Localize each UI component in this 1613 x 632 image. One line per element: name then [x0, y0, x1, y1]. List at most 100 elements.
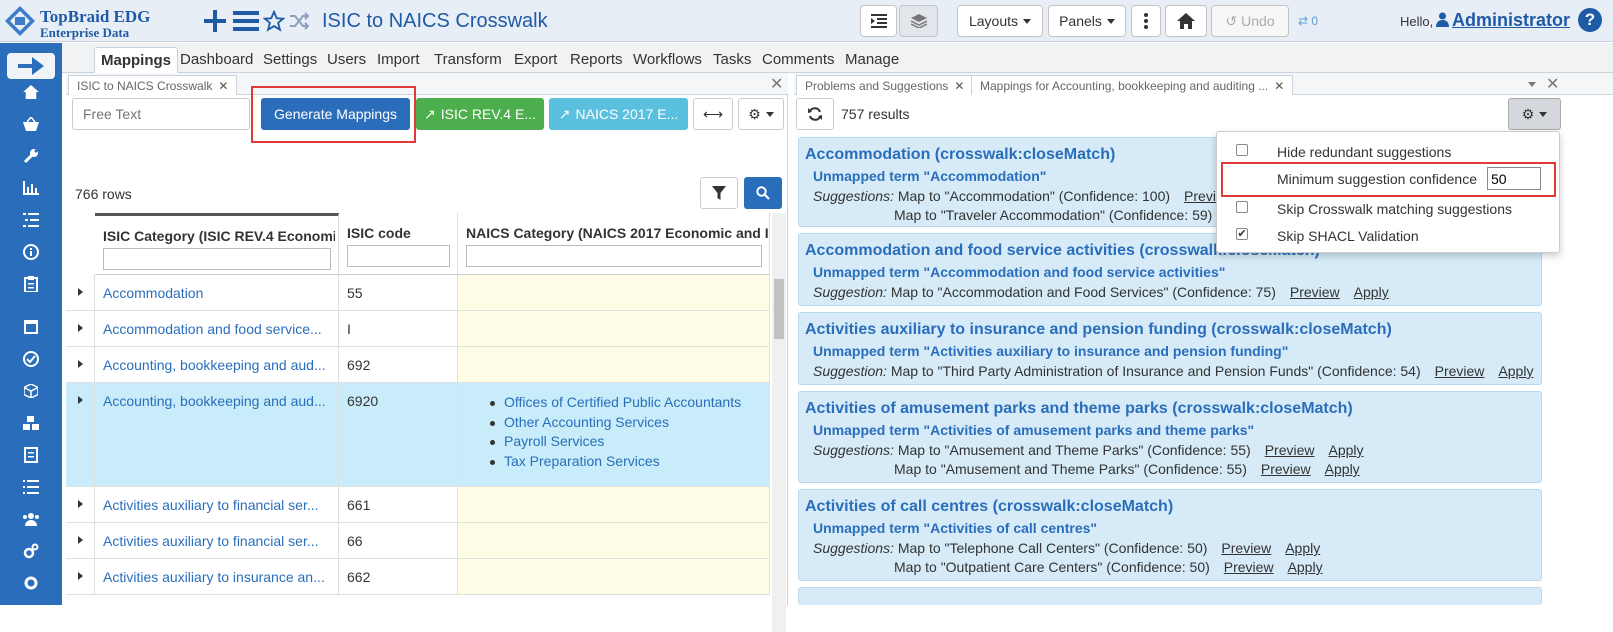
sidebar-cube-icon[interactable]	[0, 377, 62, 405]
preview-link[interactable]: Preview	[1290, 284, 1340, 300]
naics-category-filter[interactable]	[466, 245, 762, 267]
panel-close-icon[interactable]: ✕	[770, 74, 783, 94]
menu-dashboard[interactable]: Dashboard	[180, 51, 253, 68]
panels-dropdown[interactable]: Panels	[1048, 5, 1126, 37]
preview-link[interactable]: Preview	[1221, 540, 1271, 556]
apply-link[interactable]: Apply	[1354, 284, 1389, 300]
sidebar-chart-icon[interactable]	[0, 174, 62, 202]
naics-link[interactable]: Payroll Services	[489, 432, 741, 452]
menu-users[interactable]: Users	[327, 51, 366, 68]
expand-icon[interactable]	[78, 360, 83, 368]
layers-button[interactable]	[899, 5, 938, 37]
sidebar-toggle[interactable]	[0, 51, 62, 81]
sidebar-tasks-icon[interactable]	[0, 473, 62, 501]
naics-link[interactable]: Tax Preparation Services	[489, 452, 741, 472]
options-dropdown[interactable]: ⚙	[1508, 98, 1561, 130]
menu-comments[interactable]: Comments	[762, 51, 835, 68]
close-icon[interactable]: ✕	[218, 79, 228, 93]
help-icon[interactable]: ?	[1578, 8, 1602, 32]
sidebar-home-icon[interactable]	[0, 78, 62, 106]
scrollbar-thumb[interactable]	[774, 279, 784, 339]
sidebar-settings-icon[interactable]	[0, 569, 62, 597]
close-icon[interactable]: ✕	[1274, 79, 1284, 93]
category-link[interactable]: Activities auxiliary to financial ser...	[103, 533, 319, 549]
star-icon[interactable]	[262, 8, 286, 34]
column-header-isic-category[interactable]: ISIC Category (ISIC REV.4 Economic	[95, 213, 339, 275]
naics-link[interactable]: Other Accounting Services	[489, 413, 741, 433]
sidebar-list-icon[interactable]	[0, 206, 62, 234]
card-title[interactable]: Activities of amusement parks and theme …	[805, 400, 1353, 418]
category-link[interactable]: Accounting, bookkeeping and aud...	[103, 393, 326, 409]
more-options-button[interactable]	[1131, 5, 1161, 37]
shuffle-icon[interactable]	[288, 8, 310, 34]
card-title[interactable]: Activities of call centres (crosswalk:cl…	[805, 498, 1173, 516]
menu-mappings[interactable]: Mappings	[94, 47, 178, 74]
sidebar-users-icon[interactable]	[0, 505, 62, 533]
apply-link[interactable]: Apply	[1325, 461, 1360, 477]
apply-link[interactable]: Apply	[1285, 540, 1320, 556]
menu-reports[interactable]: Reports	[570, 51, 623, 68]
sidebar-gears-icon[interactable]	[0, 537, 62, 565]
sidebar-wrench-icon[interactable]	[0, 142, 62, 170]
table-row[interactable]: Accounting, bookkeeping and aud... 692	[66, 347, 770, 383]
swap-button[interactable]: ⟷	[693, 98, 733, 130]
table-row[interactable]: Activities auxiliary to financial ser...…	[66, 523, 770, 559]
tab-menu-chevron-icon[interactable]	[1528, 82, 1536, 87]
outdent-button[interactable]	[860, 5, 897, 37]
sidebar-calendar-icon[interactable]	[0, 313, 62, 341]
sidebar-basket-icon[interactable]	[0, 110, 62, 138]
preview-link[interactable]: Preview	[1435, 363, 1485, 379]
sidebar-clipboard-icon[interactable]	[0, 270, 62, 298]
skip-crosswalk-checkbox[interactable]	[1236, 201, 1248, 213]
naics-vocabulary-button[interactable]: ↗ NAICS 2017 E...	[549, 98, 688, 130]
search-button[interactable]	[744, 177, 782, 209]
menu-tasks[interactable]: Tasks	[713, 51, 751, 68]
table-row-selected[interactable]: Accounting, bookkeeping and aud... 6920 …	[66, 383, 770, 487]
card-title[interactable]: Activities auxiliary to insurance and pe…	[805, 321, 1392, 339]
menu-workflows[interactable]: Workflows	[633, 51, 702, 68]
expand-icon[interactable]	[78, 500, 83, 508]
skip-crosswalk-label[interactable]: Skip Crosswalk matching suggestions	[1277, 201, 1512, 217]
undo-button[interactable]: ↺ Undo	[1211, 5, 1289, 37]
panel-close-icon[interactable]: ✕	[1546, 74, 1559, 94]
menu-export[interactable]: Export	[514, 51, 557, 68]
menu-transform[interactable]: Transform	[434, 51, 502, 68]
isic-category-filter[interactable]	[103, 248, 331, 270]
preview-link[interactable]: Preview	[1261, 461, 1311, 477]
hide-redundant-label[interactable]: Hide redundant suggestions	[1277, 144, 1451, 160]
layouts-dropdown[interactable]: Layouts	[957, 5, 1043, 37]
expand-icon[interactable]	[78, 536, 83, 544]
isic-code-filter[interactable]	[347, 245, 450, 267]
sidebar-info-icon[interactable]	[0, 238, 62, 266]
tab-problems[interactable]: Problems and Suggestions ✕	[796, 75, 974, 95]
search-input[interactable]	[72, 98, 250, 130]
menu-settings[interactable]: Settings	[263, 51, 317, 68]
skip-shacl-checkbox[interactable]: ✔	[1236, 228, 1248, 240]
sidebar-check-icon[interactable]	[0, 345, 62, 373]
topbraid-logo[interactable]: TopBraid EDG Enterprise Data Governance	[4, 3, 194, 56]
redo-counter[interactable]: ⇄ 0	[1298, 14, 1318, 28]
table-scrollbar[interactable]	[772, 213, 786, 632]
tab-mappings-for[interactable]: Mappings for Accounting, bookkeeping and…	[971, 75, 1294, 95]
column-header-isic-code[interactable]: ISIC code	[339, 213, 458, 275]
category-link[interactable]: Accommodation	[103, 285, 203, 301]
refresh-button[interactable]	[796, 98, 834, 130]
hamburger-icon[interactable]	[232, 8, 260, 34]
card-title[interactable]: Accommodation (crosswalk:closeMatch)	[805, 146, 1115, 164]
sidebar-document-icon[interactable]	[0, 441, 62, 469]
user-menu-link[interactable]: Administrator	[1452, 10, 1570, 31]
naics-link[interactable]: Offices of Certified Public Accountants	[489, 393, 741, 413]
table-row[interactable]: Accommodation and food service... I	[66, 311, 770, 347]
expand-icon[interactable]	[78, 288, 83, 296]
category-link[interactable]: Activities auxiliary to financial ser...	[103, 497, 319, 513]
preview-link[interactable]: Preview	[1265, 442, 1315, 458]
menu-manage[interactable]: Manage	[845, 51, 899, 68]
category-link[interactable]: Activities auxiliary to insurance an...	[103, 569, 325, 585]
table-row[interactable]: Accommodation 55	[66, 275, 770, 311]
expand-icon[interactable]	[78, 396, 83, 404]
category-link[interactable]: Accommodation and food service...	[103, 321, 322, 337]
expand-icon[interactable]	[78, 324, 83, 332]
category-link[interactable]: Accounting, bookkeeping and aud...	[103, 357, 326, 373]
settings-dropdown[interactable]: ⚙	[738, 98, 784, 130]
apply-link[interactable]: Apply	[1329, 442, 1364, 458]
